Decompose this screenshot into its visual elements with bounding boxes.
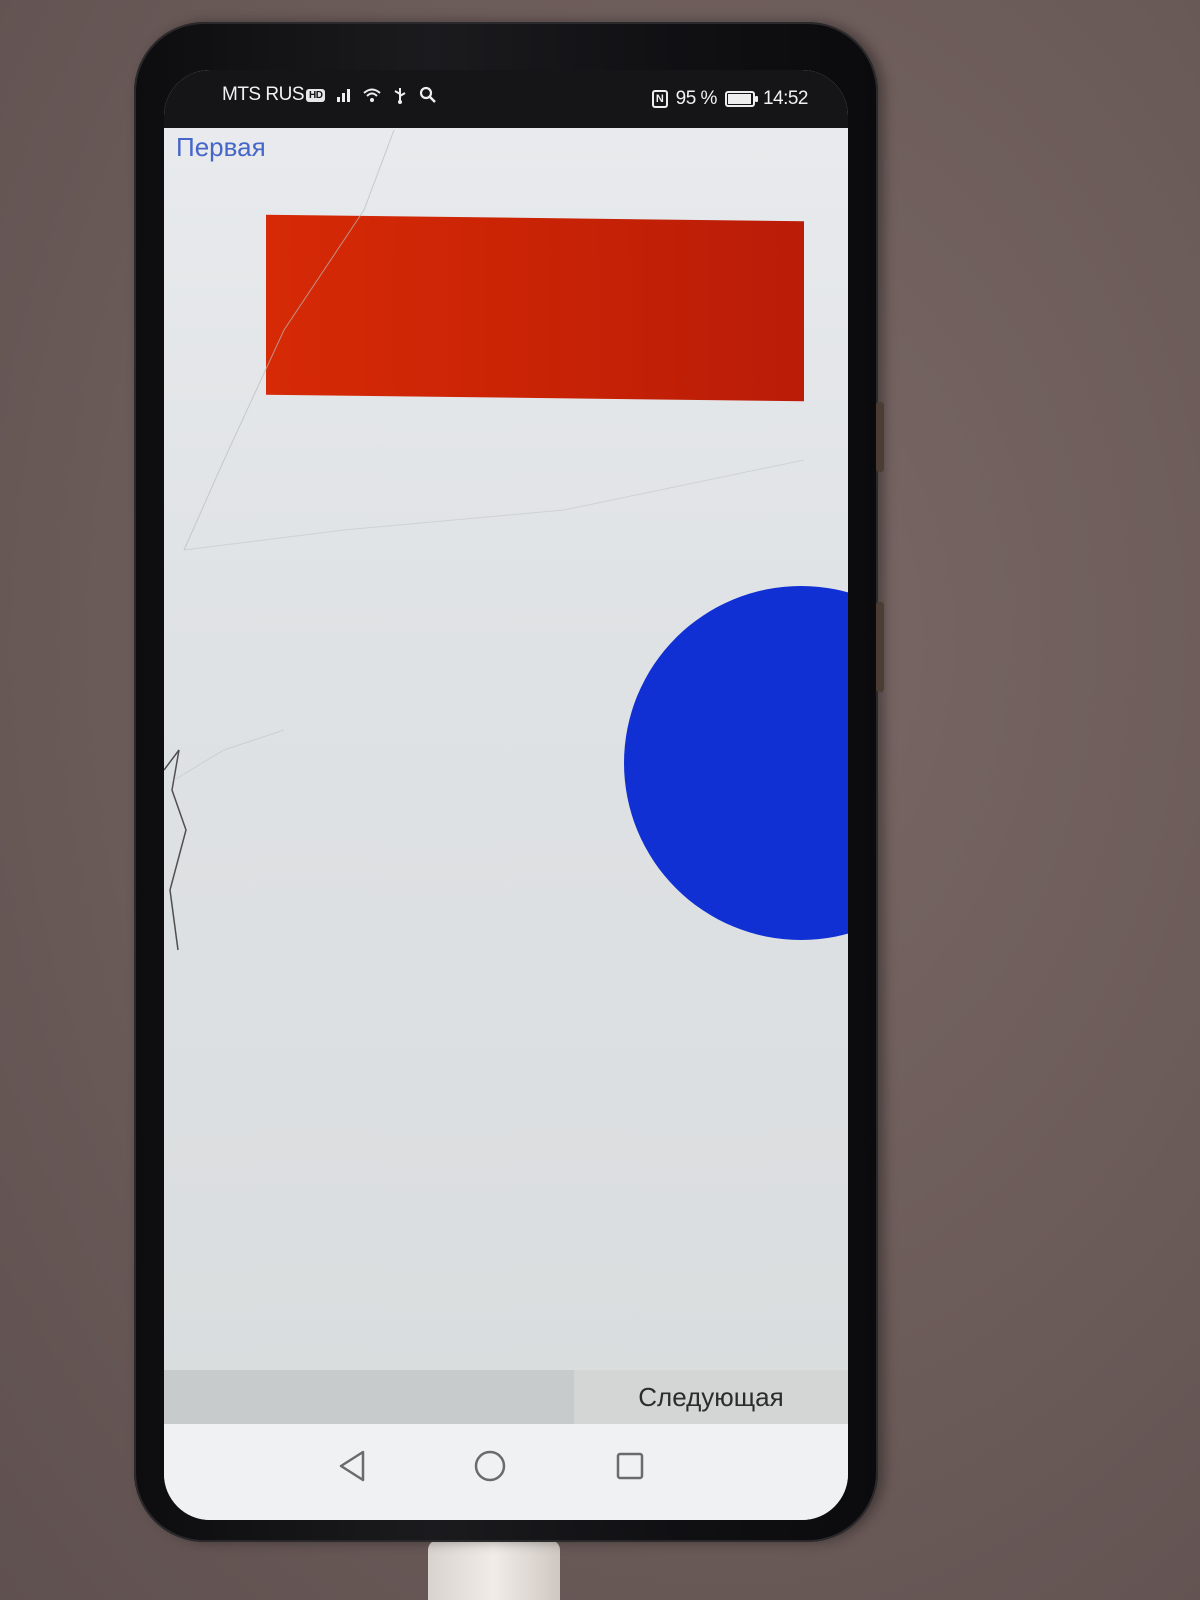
charging-cable (428, 1540, 560, 1600)
recents-square-icon[interactable] (610, 1446, 650, 1486)
volume-button (876, 402, 884, 472)
back-triangle-icon[interactable] (332, 1446, 372, 1486)
signal-icon (335, 86, 353, 104)
photo-scene: MTS RUS HD N 95 % 14:52 Первая Следующая (0, 0, 1200, 1600)
power-button (876, 602, 884, 692)
usb-icon (391, 86, 409, 104)
battery-percent: 95 % (675, 88, 718, 109)
carrier-name: MTS RUS (222, 84, 305, 105)
battery-icon (724, 91, 758, 107)
phone-screen: MTS RUS HD N 95 % 14:52 Первая Следующая (164, 70, 848, 1520)
clock: 14:52 (762, 88, 809, 109)
system-navigation-bar (164, 1424, 848, 1520)
status-left: MTS RUS HD (222, 84, 437, 106)
bottom-button-bar: Следующая (164, 1370, 848, 1424)
hd-badge: HD (306, 88, 326, 102)
battery-fill (727, 94, 751, 104)
search-icon (419, 86, 437, 104)
wifi-icon (363, 86, 382, 104)
next-button[interactable]: Следующая (574, 1370, 848, 1424)
red-rectangle (266, 214, 804, 402)
blue-circle (624, 586, 848, 940)
page-title: Первая (176, 132, 266, 162)
status-right: N 95 % 14:52 (651, 88, 809, 110)
status-bar: MTS RUS HD N 95 % 14:52 (164, 70, 848, 128)
phone-device: MTS RUS HD N 95 % 14:52 Первая Следующая (134, 22, 884, 1542)
nfc-icon: N (651, 90, 668, 108)
home-circle-icon[interactable] (470, 1446, 510, 1486)
